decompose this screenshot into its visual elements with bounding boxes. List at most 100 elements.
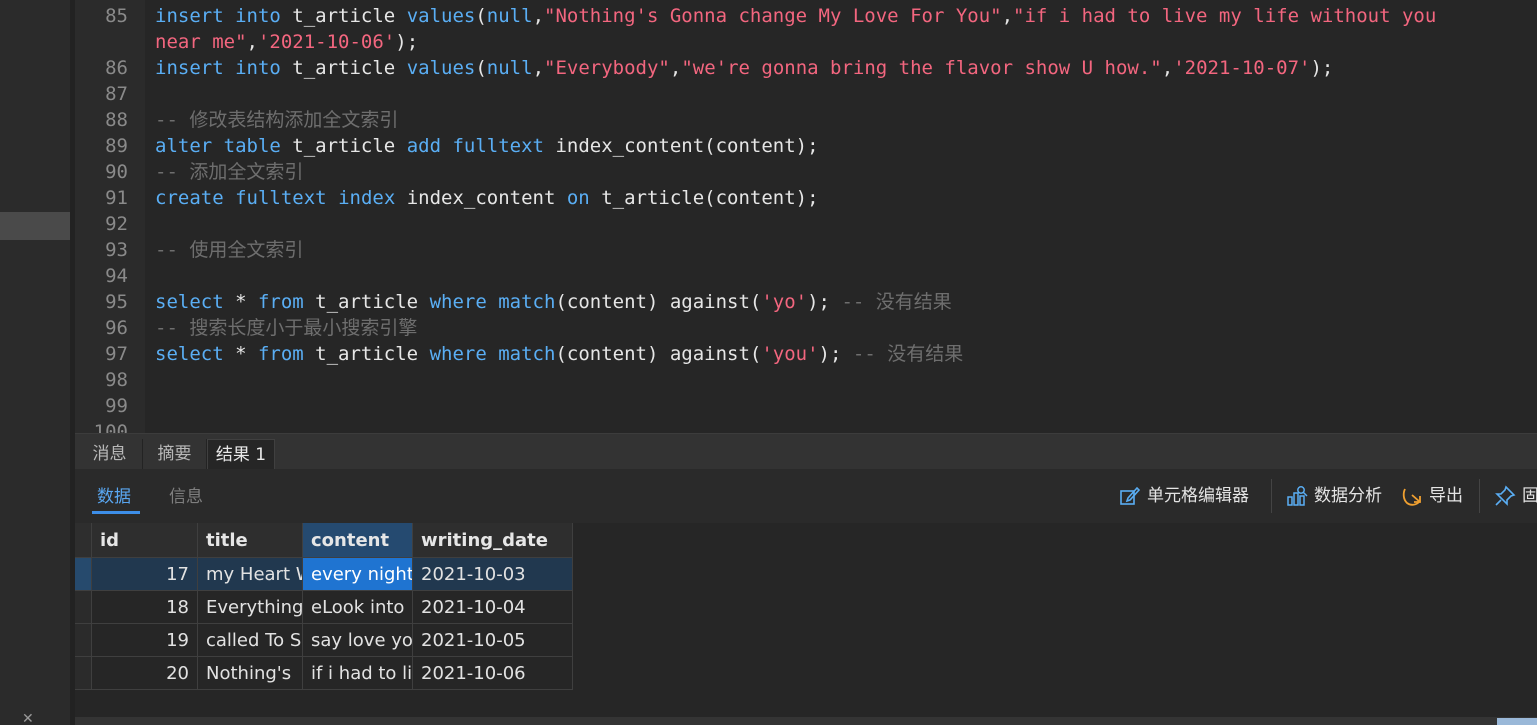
code-line[interactable]: 96 -- 搜索长度小于最小搜索引擎: [75, 315, 1537, 341]
sql-keyword: null: [486, 57, 533, 79]
code-line[interactable]: 90 -- 添加全文索引: [75, 159, 1537, 185]
cell-id[interactable]: 17: [92, 558, 198, 591]
cell-title[interactable]: Everything: [198, 591, 303, 624]
column-header-content[interactable]: content: [303, 523, 413, 558]
result-toolbar: 数据 信息 单元格编辑器 数据分析 导出 固: [75, 469, 1537, 523]
code-line[interactable]: 93 -- 使用全文索引: [75, 237, 1537, 263]
row-header[interactable]: [75, 657, 92, 690]
cell-id[interactable]: 19: [92, 624, 198, 657]
cell-writing-date[interactable]: 2021-10-03: [413, 558, 573, 591]
sql-token: (content) against(: [555, 343, 762, 365]
code-text: create fulltext index index_content on t…: [155, 185, 819, 211]
scrollbar-thumb[interactable]: [1497, 718, 1537, 725]
code-text: insert into t_article values(null,"Nothi…: [155, 3, 1436, 29]
code-text: -- 使用全文索引: [155, 237, 303, 263]
sql-token: *: [223, 291, 258, 313]
result-tab-bar: 消息 摘要 结果 1: [75, 433, 1537, 470]
sql-token: index_content(content);: [544, 135, 819, 157]
tab-result-1[interactable]: 结果 1: [207, 439, 275, 470]
sql-keyword: index: [338, 187, 396, 209]
cell-writing-date[interactable]: 2021-10-05: [413, 624, 573, 657]
sql-token: );: [1310, 57, 1334, 79]
row-header[interactable]: [75, 558, 92, 591]
row-header[interactable]: [75, 624, 92, 657]
cell-id[interactable]: 18: [92, 591, 198, 624]
sql-token: t_article: [280, 135, 407, 157]
code-line[interactable]: 99: [75, 393, 1537, 419]
sql-keyword: add: [406, 135, 442, 157]
code-line[interactable]: 89 alter table t_article add fulltext ind…: [75, 133, 1537, 159]
cell-id[interactable]: 20: [92, 657, 198, 690]
cell-title[interactable]: my Heart Will Go On: [198, 558, 303, 591]
sql-keyword: alter: [155, 135, 213, 157]
sql-token: );: [818, 343, 853, 365]
line-number: 87: [105, 83, 128, 105]
code-line[interactable]: 92: [75, 211, 1537, 237]
line-number: 99: [105, 395, 128, 417]
cell-content[interactable]: say love yo: [303, 624, 413, 657]
code-line[interactable]: 98: [75, 367, 1537, 393]
tab-summary[interactable]: 摘要: [143, 439, 207, 470]
code-line[interactable]: 87: [75, 81, 1537, 107]
sql-keyword: into: [235, 5, 281, 27]
close-icon[interactable]: ✕: [22, 712, 34, 725]
sql-keyword: insert: [155, 5, 224, 27]
column-header-writing-date[interactable]: writing_date: [413, 523, 573, 558]
sql-token: );: [807, 291, 842, 313]
tab-messages[interactable]: 消息: [77, 439, 143, 470]
column-header-title[interactable]: title: [198, 523, 303, 558]
sql-keyword: insert: [155, 57, 224, 79]
sql-editor[interactable]: 85 insert into t_article values(null,"Not…: [75, 0, 1537, 433]
horizontal-scrollbar[interactable]: [75, 717, 1537, 725]
sql-token: ,: [532, 5, 545, 27]
sql-token: t_article: [303, 343, 430, 365]
cell-writing-date[interactable]: 2021-10-04: [413, 591, 573, 624]
sql-token: ,: [1161, 57, 1174, 79]
subtab-info[interactable]: 信息: [169, 485, 203, 509]
sql-keyword: match: [498, 343, 556, 365]
code-line[interactable]: 95 select * from t_article where match(co…: [75, 289, 1537, 315]
sql-comment: -- 没有结果: [852, 343, 964, 365]
code-line[interactable]: 91 create fulltext index index_content on…: [75, 185, 1537, 211]
sql-keyword: from: [257, 291, 304, 313]
code-line[interactable]: 94: [75, 263, 1537, 289]
cell-content[interactable]: if i had to li: [303, 657, 413, 690]
subtab-data[interactable]: 数据: [97, 485, 131, 509]
code-line[interactable]: 86 insert into t_article values(null,"Eve…: [75, 55, 1537, 81]
sql-token: (content) against(: [555, 291, 762, 313]
grid-corner[interactable]: [75, 523, 92, 558]
cell-title[interactable]: Nothing's: [198, 657, 303, 690]
export-label: 导出: [1429, 486, 1463, 506]
line-number: 89: [105, 135, 128, 157]
code-line[interactable]: 88 -- 修改表结构添加全文索引: [75, 107, 1537, 133]
code-text: alter table t_article add fulltext index…: [155, 133, 819, 159]
code-line[interactable]: 85 insert into t_article values(null,"Not…: [75, 3, 1537, 29]
code-text: select * from t_article where match(cont…: [155, 289, 952, 315]
code-line[interactable]: near me",'2021-10-06');: [75, 29, 1537, 55]
cell-content[interactable]: eLook into: [303, 591, 413, 624]
line-number: 93: [105, 239, 128, 261]
sql-token: t_article(content);: [589, 187, 819, 209]
row-header[interactable]: [75, 591, 92, 624]
cell-title[interactable]: called To S: [198, 624, 303, 657]
cell-writing-date[interactable]: 2021-10-06: [413, 657, 573, 690]
navigator-selected-item[interactable]: [0, 212, 70, 240]
cell-content[interactable]: every night: [303, 558, 413, 591]
code-line[interactable]: 97 select * from t_article where match(co…: [75, 341, 1537, 367]
column-header-id[interactable]: id: [92, 523, 198, 558]
sql-token: ,: [1001, 5, 1014, 27]
sql-keyword: values: [406, 57, 476, 79]
sql-string: "if i had to live my life without you: [1013, 5, 1437, 27]
code-line[interactable]: 100: [75, 419, 1537, 433]
sql-keyword: where: [429, 291, 487, 313]
chart-analysis-icon: [1287, 486, 1308, 506]
sql-token: (: [475, 5, 487, 27]
code-text: select * from t_article where match(cont…: [155, 341, 963, 367]
sql-keyword: select: [155, 291, 224, 313]
code-text: near me",'2021-10-06');: [155, 29, 418, 55]
code-text: insert into t_article values(null,"Every…: [155, 55, 1333, 81]
result-grid[interactable]: id title content writing_date 17 my Hear…: [75, 523, 1537, 717]
